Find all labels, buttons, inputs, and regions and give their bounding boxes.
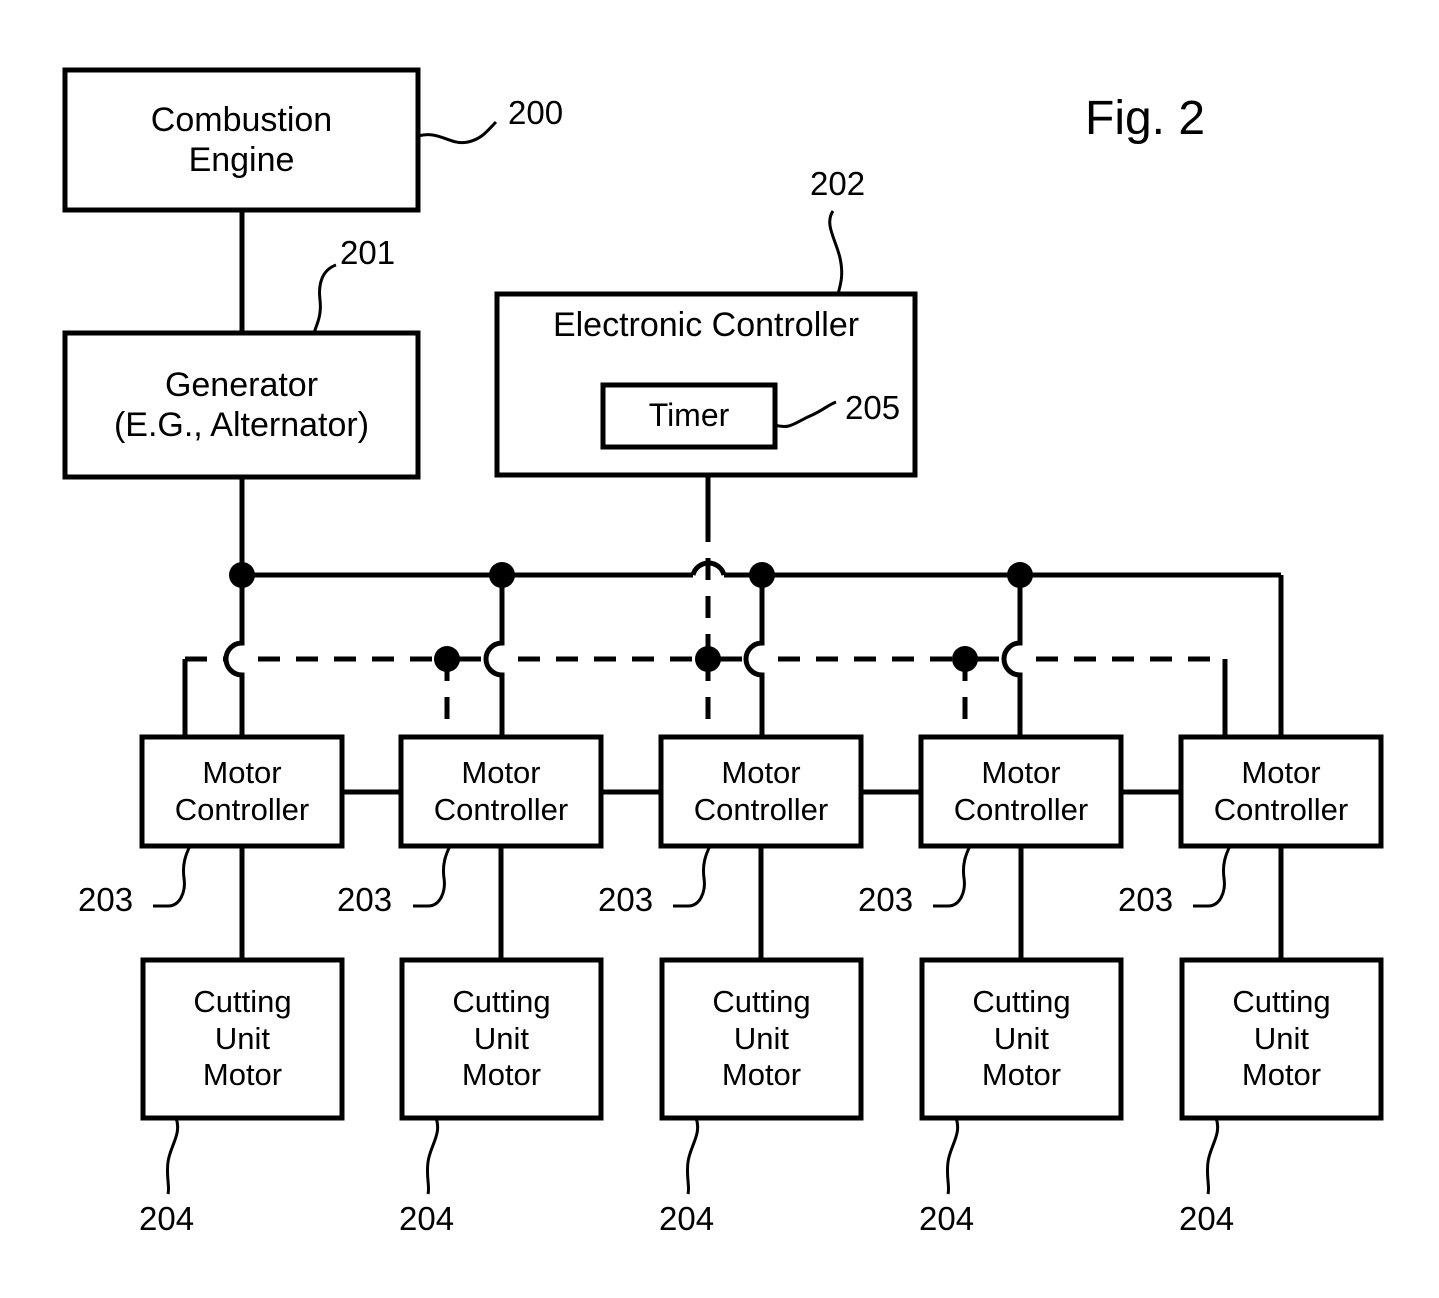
motor-controller-box-5	[1178, 734, 1384, 849]
leader-204-5	[1205, 1117, 1220, 1195]
power-junction-dot-1	[229, 562, 255, 588]
figure-canvas: Fig. 2 Combustion Engine Generator (E.G.…	[0, 0, 1439, 1298]
reference-203-3: 203	[598, 881, 654, 918]
leader-203-3	[673, 845, 712, 908]
reference-204-5: 204	[1179, 1200, 1235, 1237]
power-drop-1	[223, 575, 245, 737]
reference-204-3: 204	[659, 1200, 715, 1237]
leader-204-1	[165, 1117, 180, 1195]
signal-junction-dot-1	[434, 646, 460, 672]
motor-controller-box-1	[139, 734, 345, 849]
leader-200	[417, 120, 498, 145]
motor-controller-box-4	[918, 734, 1124, 849]
diagram-vector-layer	[62, 67, 1384, 1195]
generator-box	[62, 330, 421, 480]
reference-205: 205	[845, 389, 901, 426]
leader-205	[774, 400, 837, 429]
cutting-unit-motor-box-2	[399, 957, 604, 1121]
reference-204-4: 204	[919, 1200, 975, 1237]
figure-title: Fig. 2	[1085, 92, 1206, 145]
motor-controller-box-3	[658, 734, 864, 849]
cutting-unit-motor-box-4	[919, 957, 1124, 1121]
reference-203-2: 203	[337, 881, 393, 918]
timer-box	[600, 382, 778, 450]
cutting-unit-motor-box-3	[659, 957, 864, 1121]
leader-203-2	[413, 845, 452, 908]
leader-203-4	[933, 845, 972, 908]
reference-204-2: 204	[399, 1200, 455, 1237]
leader-204-4	[945, 1117, 960, 1195]
reference-201: 201	[340, 234, 396, 271]
reference-202: 202	[810, 165, 866, 202]
reference-203-1: 203	[78, 881, 134, 918]
motor-controller-box-2	[398, 734, 604, 849]
power-drop-2	[483, 575, 505, 737]
leader-204-2	[425, 1117, 440, 1195]
power-drop-3	[743, 575, 765, 737]
leader-204-3	[685, 1117, 700, 1195]
leader-202	[828, 210, 844, 295]
reference-203-4: 203	[858, 881, 914, 918]
cutting-unit-motor-box-5	[1179, 957, 1384, 1121]
reference-200: 200	[508, 94, 564, 131]
reference-204-1: 204	[139, 1200, 195, 1237]
leader-203-1	[153, 845, 192, 908]
reference-203-5: 203	[1118, 881, 1174, 918]
leader-201	[312, 263, 337, 334]
cutting-unit-motor-box-1	[140, 957, 345, 1121]
leader-203-5	[1193, 845, 1232, 908]
power-junction-dot-4	[1007, 562, 1033, 588]
power-drop-4	[1001, 575, 1023, 737]
signal-junction-dot-2	[695, 646, 721, 672]
power-junction-dot-2	[489, 562, 515, 588]
signal-junction-dot-3	[952, 646, 978, 672]
power-junction-dot-3	[749, 562, 775, 588]
combustion-engine-box	[62, 67, 421, 213]
